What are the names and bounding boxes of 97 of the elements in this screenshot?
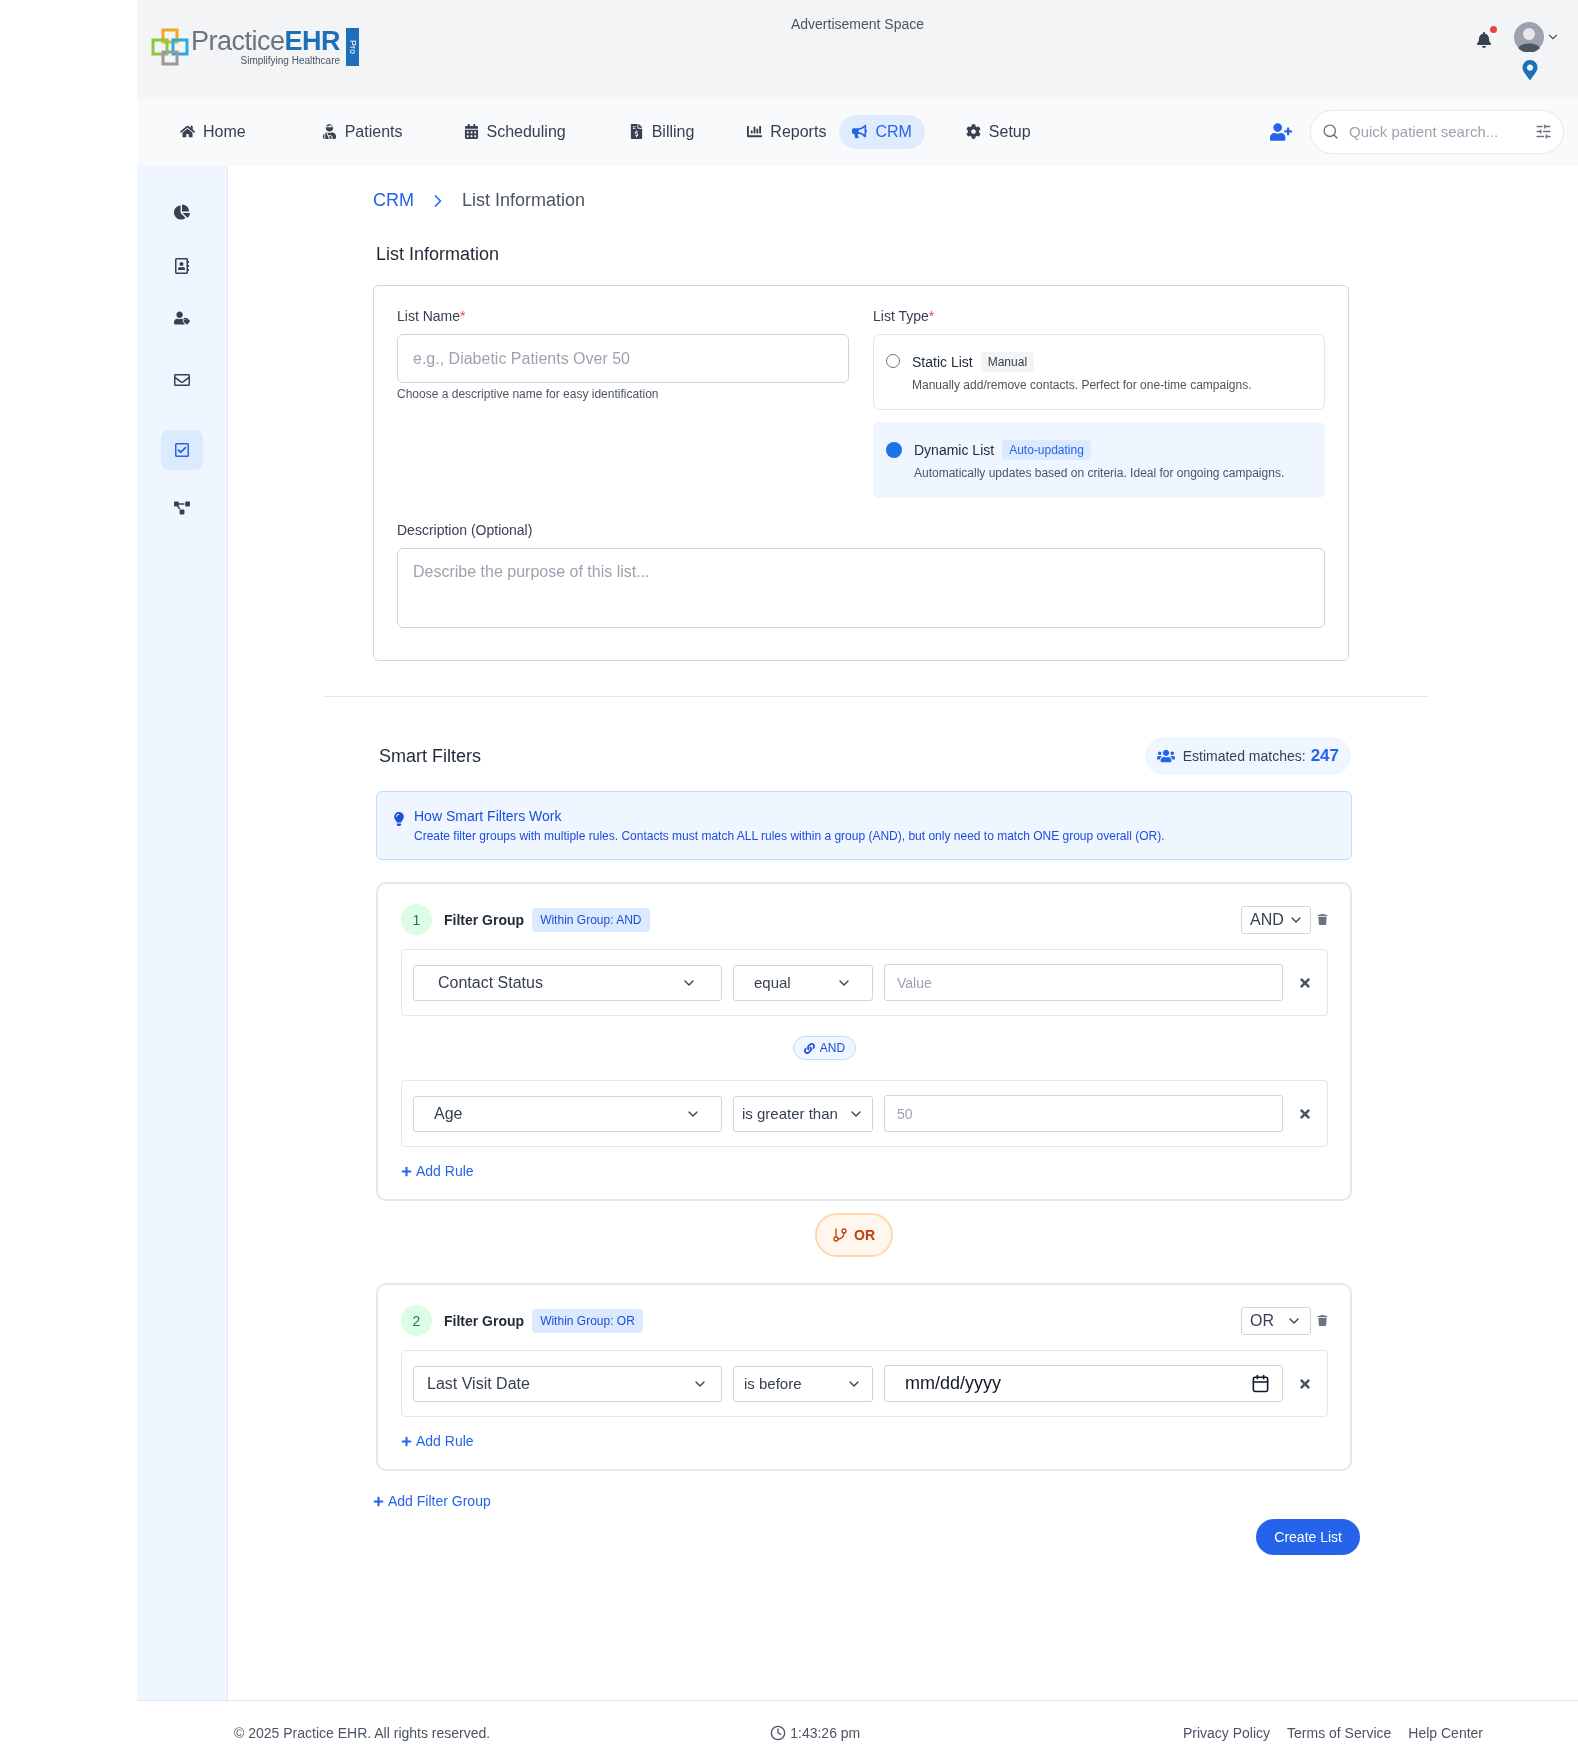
search-field[interactable]: Quick patient search... (1310, 109, 1564, 154)
location-pin-icon[interactable] (1520, 60, 1540, 80)
group-badge: Within Group: AND (532, 907, 650, 932)
calendar-icon[interactable] (1251, 1374, 1270, 1393)
calendar-icon (463, 124, 479, 139)
select-field[interactable]: Age (413, 1095, 722, 1132)
add-rule-link[interactable]: Add Rule (401, 1433, 474, 1449)
and-connector: AND (792, 1036, 857, 1060)
select-field[interactable]: Last Visit Date (413, 1365, 722, 1402)
nav-tab[interactable]: Setup (952, 114, 1044, 149)
settings-icon (965, 124, 981, 139)
envelope-icon (174, 372, 190, 388)
footer-link[interactable]: Privacy Policy (1182, 1724, 1271, 1741)
nav-tab[interactable]: Home (167, 114, 259, 149)
date-input[interactable]: mm/dd/yyyy (884, 1365, 1283, 1402)
group-number: 1 (401, 904, 432, 935)
time-text: 1:43:26 pm (770, 1724, 861, 1741)
group-number: 2 (401, 1305, 432, 1336)
trash-icon[interactable] (1317, 914, 1328, 925)
footer-link[interactable]: Help Center (1408, 1724, 1483, 1741)
create-list-button[interactable]: Create List (1256, 1519, 1360, 1555)
section-title: List Information (376, 244, 501, 265)
breadcrumb-current: List Information (462, 190, 586, 211)
add-user-icon[interactable] (1270, 120, 1292, 143)
select-field[interactable]: is before (733, 1365, 873, 1402)
info-title: How Smart Filters Work (414, 808, 563, 824)
sidebar-item[interactable] (161, 430, 203, 470)
nav-tab[interactable]: Patients (308, 114, 416, 149)
info-text: Create filter groups with multiple rules. Contacts must match ALL rules within a group (AND), but only need to match ONE group overall (OR). (414, 829, 1165, 843)
copyright-text: © 2025 Practice EHR. All rights reserved. (234, 1724, 491, 1741)
radio-button[interactable] (886, 354, 900, 368)
breadcrumb-link[interactable]: CRM (373, 190, 414, 211)
field-hint: Choose a descriptive name for easy identification (397, 387, 660, 401)
field-label: List Name* (397, 308, 467, 324)
matches-count: 247 (1310, 746, 1339, 766)
list-name-input[interactable]: e.g., Diabetic Patients Over 50 (397, 334, 849, 383)
plus-icon (401, 1435, 412, 1447)
list-type-option[interactable]: Static List Manual Manually add/remove contacts. Perfect for one-time campaigns. (873, 334, 1325, 410)
description-input[interactable]: Describe the purpose of this list... (397, 548, 1325, 628)
lightbulb-icon (392, 812, 406, 826)
list-type-option[interactable]: Dynamic List Auto-updating Automatically updates based on criteria. Ideal for ongoing campaigns. (873, 422, 1325, 498)
matches-label: Estimated matches: (1182, 748, 1306, 764)
bar-chart-icon (747, 124, 763, 139)
pie-chart-icon (174, 204, 190, 220)
option-description: Automatically updates based on criteria. Ideal for ongoing campaigns. (914, 466, 1285, 480)
section-title: Smart Filters (379, 745, 481, 767)
filter-icon[interactable] (1535, 122, 1552, 140)
select-field[interactable]: is greater than (733, 1095, 873, 1132)
branch-icon (832, 1227, 848, 1243)
option-label: Static List (912, 354, 973, 370)
close-icon (1298, 975, 1312, 990)
nav-tab[interactable]: Scheduling (450, 114, 579, 149)
nav-tab[interactable]: CRM (839, 114, 925, 149)
nav-tab[interactable]: Billing (615, 114, 708, 149)
option-label: Dynamic List (914, 442, 995, 458)
avatar[interactable] (1514, 22, 1544, 52)
option-tag: Auto-updating (1002, 440, 1091, 460)
logo-icon (151, 28, 189, 66)
address-book-icon (174, 258, 190, 274)
plus-icon (401, 1165, 412, 1177)
plus-icon (373, 1495, 384, 1507)
group-badge: Within Group: OR (532, 1308, 643, 1333)
add-group-link[interactable]: Add Filter Group (373, 1493, 491, 1509)
ad-space-label: Advertisement Space (790, 16, 925, 32)
person-icon (321, 124, 337, 139)
link-icon (803, 1042, 815, 1054)
logic-select[interactable]: AND (1241, 905, 1311, 934)
checkbox-icon (174, 442, 190, 458)
or-connector: OR (814, 1213, 893, 1257)
footer-link[interactable]: Terms of Service (1287, 1724, 1392, 1741)
option-description: Manually add/remove contacts. Perfect for one-time campaigns. (912, 378, 1252, 392)
user-list-icon (174, 310, 190, 326)
radio-button[interactable] (886, 442, 902, 458)
add-rule-link[interactable]: Add Rule (401, 1163, 474, 1179)
logic-select[interactable]: OR (1241, 1306, 1311, 1335)
trash-icon[interactable] (1317, 1315, 1328, 1326)
select-field[interactable]: Contact Status (413, 964, 722, 1001)
users-icon (1156, 747, 1175, 765)
invoice-icon (628, 124, 644, 139)
logo-tagline: Simplifying Healthcare (240, 56, 341, 66)
select-field[interactable]: equal (733, 964, 873, 1001)
nav-tab[interactable]: Reports (734, 114, 840, 149)
pro-badge: Pro (346, 28, 360, 66)
field-label: Description (Optional) (397, 522, 534, 538)
close-icon (1298, 1106, 1312, 1121)
group-title: Filter Group (444, 911, 525, 928)
bell-icon[interactable] (1476, 32, 1492, 48)
megaphone-icon (852, 124, 868, 139)
field-label: List Type* (873, 308, 936, 324)
option-tag: Manual (980, 352, 1035, 372)
clock-icon (770, 1724, 787, 1741)
diagram-icon (174, 500, 190, 516)
logo-wordmark: PracticeEHR (191, 28, 341, 55)
close-icon (1298, 1376, 1312, 1391)
search-icon (1322, 122, 1339, 140)
group-title: Filter Group (444, 1312, 525, 1329)
home-icon (180, 124, 195, 139)
